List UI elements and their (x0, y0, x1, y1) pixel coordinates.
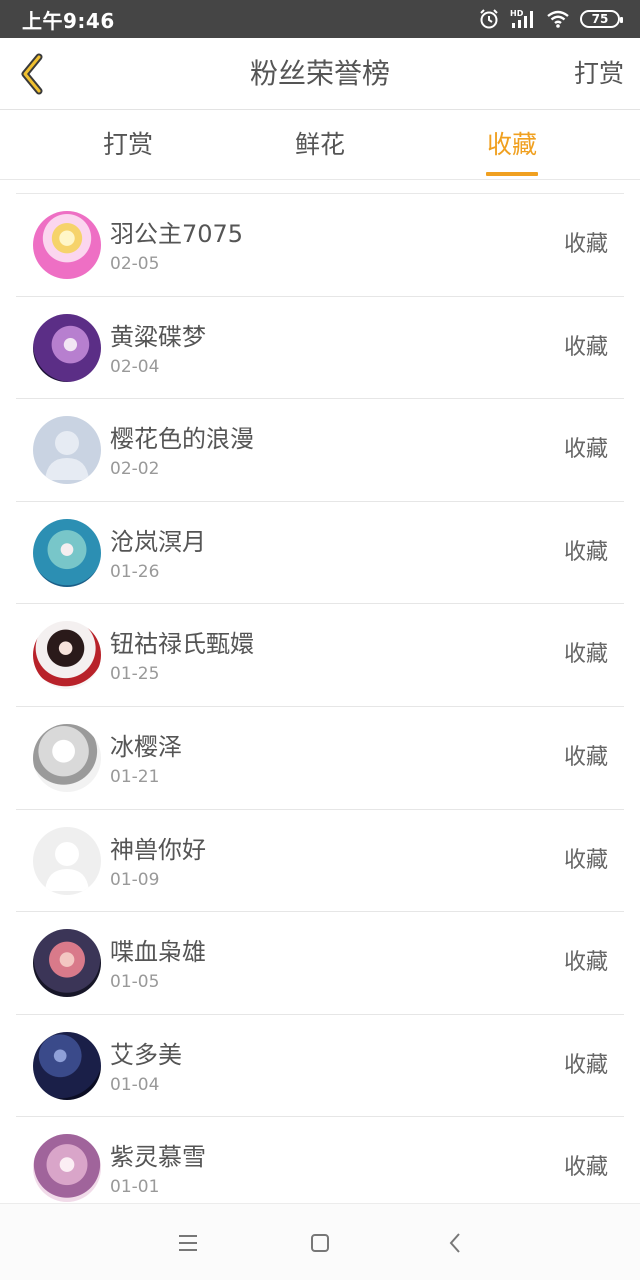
home-button[interactable] (305, 1228, 335, 1258)
fan-date: 01-21 (110, 766, 160, 787)
list-item[interactable]: 羽公主7075 02-05 收藏 (16, 194, 624, 297)
fan-date: 01-04 (110, 1074, 160, 1095)
fan-date: 01-01 (110, 1177, 160, 1198)
page-title: 粉丝荣誉榜 (249, 57, 390, 90)
fan-name: 艾多美 (110, 1040, 182, 1069)
tab-reward[interactable]: 打赏 (58, 110, 198, 180)
fan-action: 收藏 (563, 847, 608, 873)
list-item[interactable]: 黄粱碟梦 02-04 收藏 (16, 297, 624, 400)
fan-date: 02-02 (110, 459, 160, 480)
svg-text:HD: HD (510, 9, 524, 18)
fan-action: 收藏 (563, 1052, 608, 1078)
menu-icon (179, 1235, 197, 1251)
fan-date: 01-09 (110, 869, 160, 890)
fan-name: 钮祜禄氏甄嬛 (110, 630, 254, 659)
status-icons: HD 75 (478, 8, 623, 30)
fan-date: 02-04 (110, 356, 160, 377)
fan-action: 收藏 (563, 437, 608, 463)
fan-action: 收藏 (563, 334, 608, 360)
alarm-icon (480, 9, 498, 29)
fan-action: 收藏 (563, 539, 608, 565)
avatar (33, 211, 101, 279)
signal-icon: HD (510, 9, 533, 28)
list-item[interactable]: 喋血枭雄 01-05 收藏 (16, 912, 624, 1015)
fan-action: 收藏 (563, 744, 608, 770)
fan-name: 紫灵慕雪 (110, 1143, 206, 1172)
fan-date: 02-05 (110, 254, 160, 274)
avatar (33, 929, 101, 998)
fan-list: 羽公主7075 02-05 收藏 黄粱碟梦 02-04 收藏 樱花色的浪漫 02… (16, 194, 624, 1220)
fan-name: 樱花色的浪漫 (110, 425, 254, 454)
avatar (33, 1031, 101, 1100)
avatar (33, 723, 101, 792)
avatar (33, 313, 101, 382)
fan-action: 收藏 (563, 950, 608, 976)
list-item[interactable]: 钮祜禄氏甄嬛 01-25 收藏 (16, 604, 624, 707)
reward-button[interactable]: 打赏 (574, 38, 624, 110)
avatar (33, 416, 101, 485)
system-nav-bar (0, 1203, 640, 1280)
tab-favorites[interactable]: 收藏 (442, 110, 582, 180)
fan-name: 冰樱泽 (110, 732, 182, 761)
tab-flowers[interactable]: 鲜花 (250, 110, 390, 180)
system-back-button[interactable] (440, 1228, 470, 1258)
avatar (33, 826, 101, 895)
wifi-icon (547, 10, 569, 28)
status-bar: 上午9:46 HD 75 (0, 0, 640, 38)
fan-name: 黄粱碟梦 (110, 322, 206, 351)
back-icon (449, 1233, 460, 1253)
fan-name: 沧岚溟月 (110, 527, 206, 556)
tab-bar: 打赏 鲜花 收藏 (0, 110, 640, 180)
avatar (33, 518, 101, 587)
battery-indicator: 75 (580, 10, 623, 28)
tab-active-indicator (486, 172, 538, 176)
fan-date: 01-05 (110, 972, 160, 993)
fan-date: 01-26 (110, 561, 160, 582)
menu-button[interactable] (173, 1228, 203, 1258)
list-item[interactable]: 神兽你好 01-09 收藏 (16, 810, 624, 913)
avatar (33, 621, 101, 690)
default-avatar-icon (45, 431, 89, 481)
header: 粉丝荣誉榜 打赏 (0, 38, 640, 110)
fan-date: 01-25 (110, 664, 160, 685)
home-icon (311, 1234, 329, 1252)
list-item[interactable]: 沧岚溟月 01-26 收藏 (16, 502, 624, 605)
list-item[interactable]: 樱花色的浪漫 02-02 收藏 (16, 399, 624, 502)
list-item[interactable]: 冰樱泽 01-21 收藏 (16, 707, 624, 810)
fan-action: 收藏 (563, 642, 608, 668)
fan-name: 神兽你好 (110, 835, 206, 864)
fan-action: 收藏 (563, 232, 608, 257)
avatar (33, 1134, 101, 1203)
fan-name: 喋血枭雄 (110, 938, 206, 967)
default-avatar-icon (45, 841, 89, 891)
status-time: 上午9:46 (22, 8, 115, 33)
fan-name: 羽公主7075 (110, 220, 244, 248)
list-item[interactable]: 艾多美 01-04 收藏 (16, 1015, 624, 1118)
